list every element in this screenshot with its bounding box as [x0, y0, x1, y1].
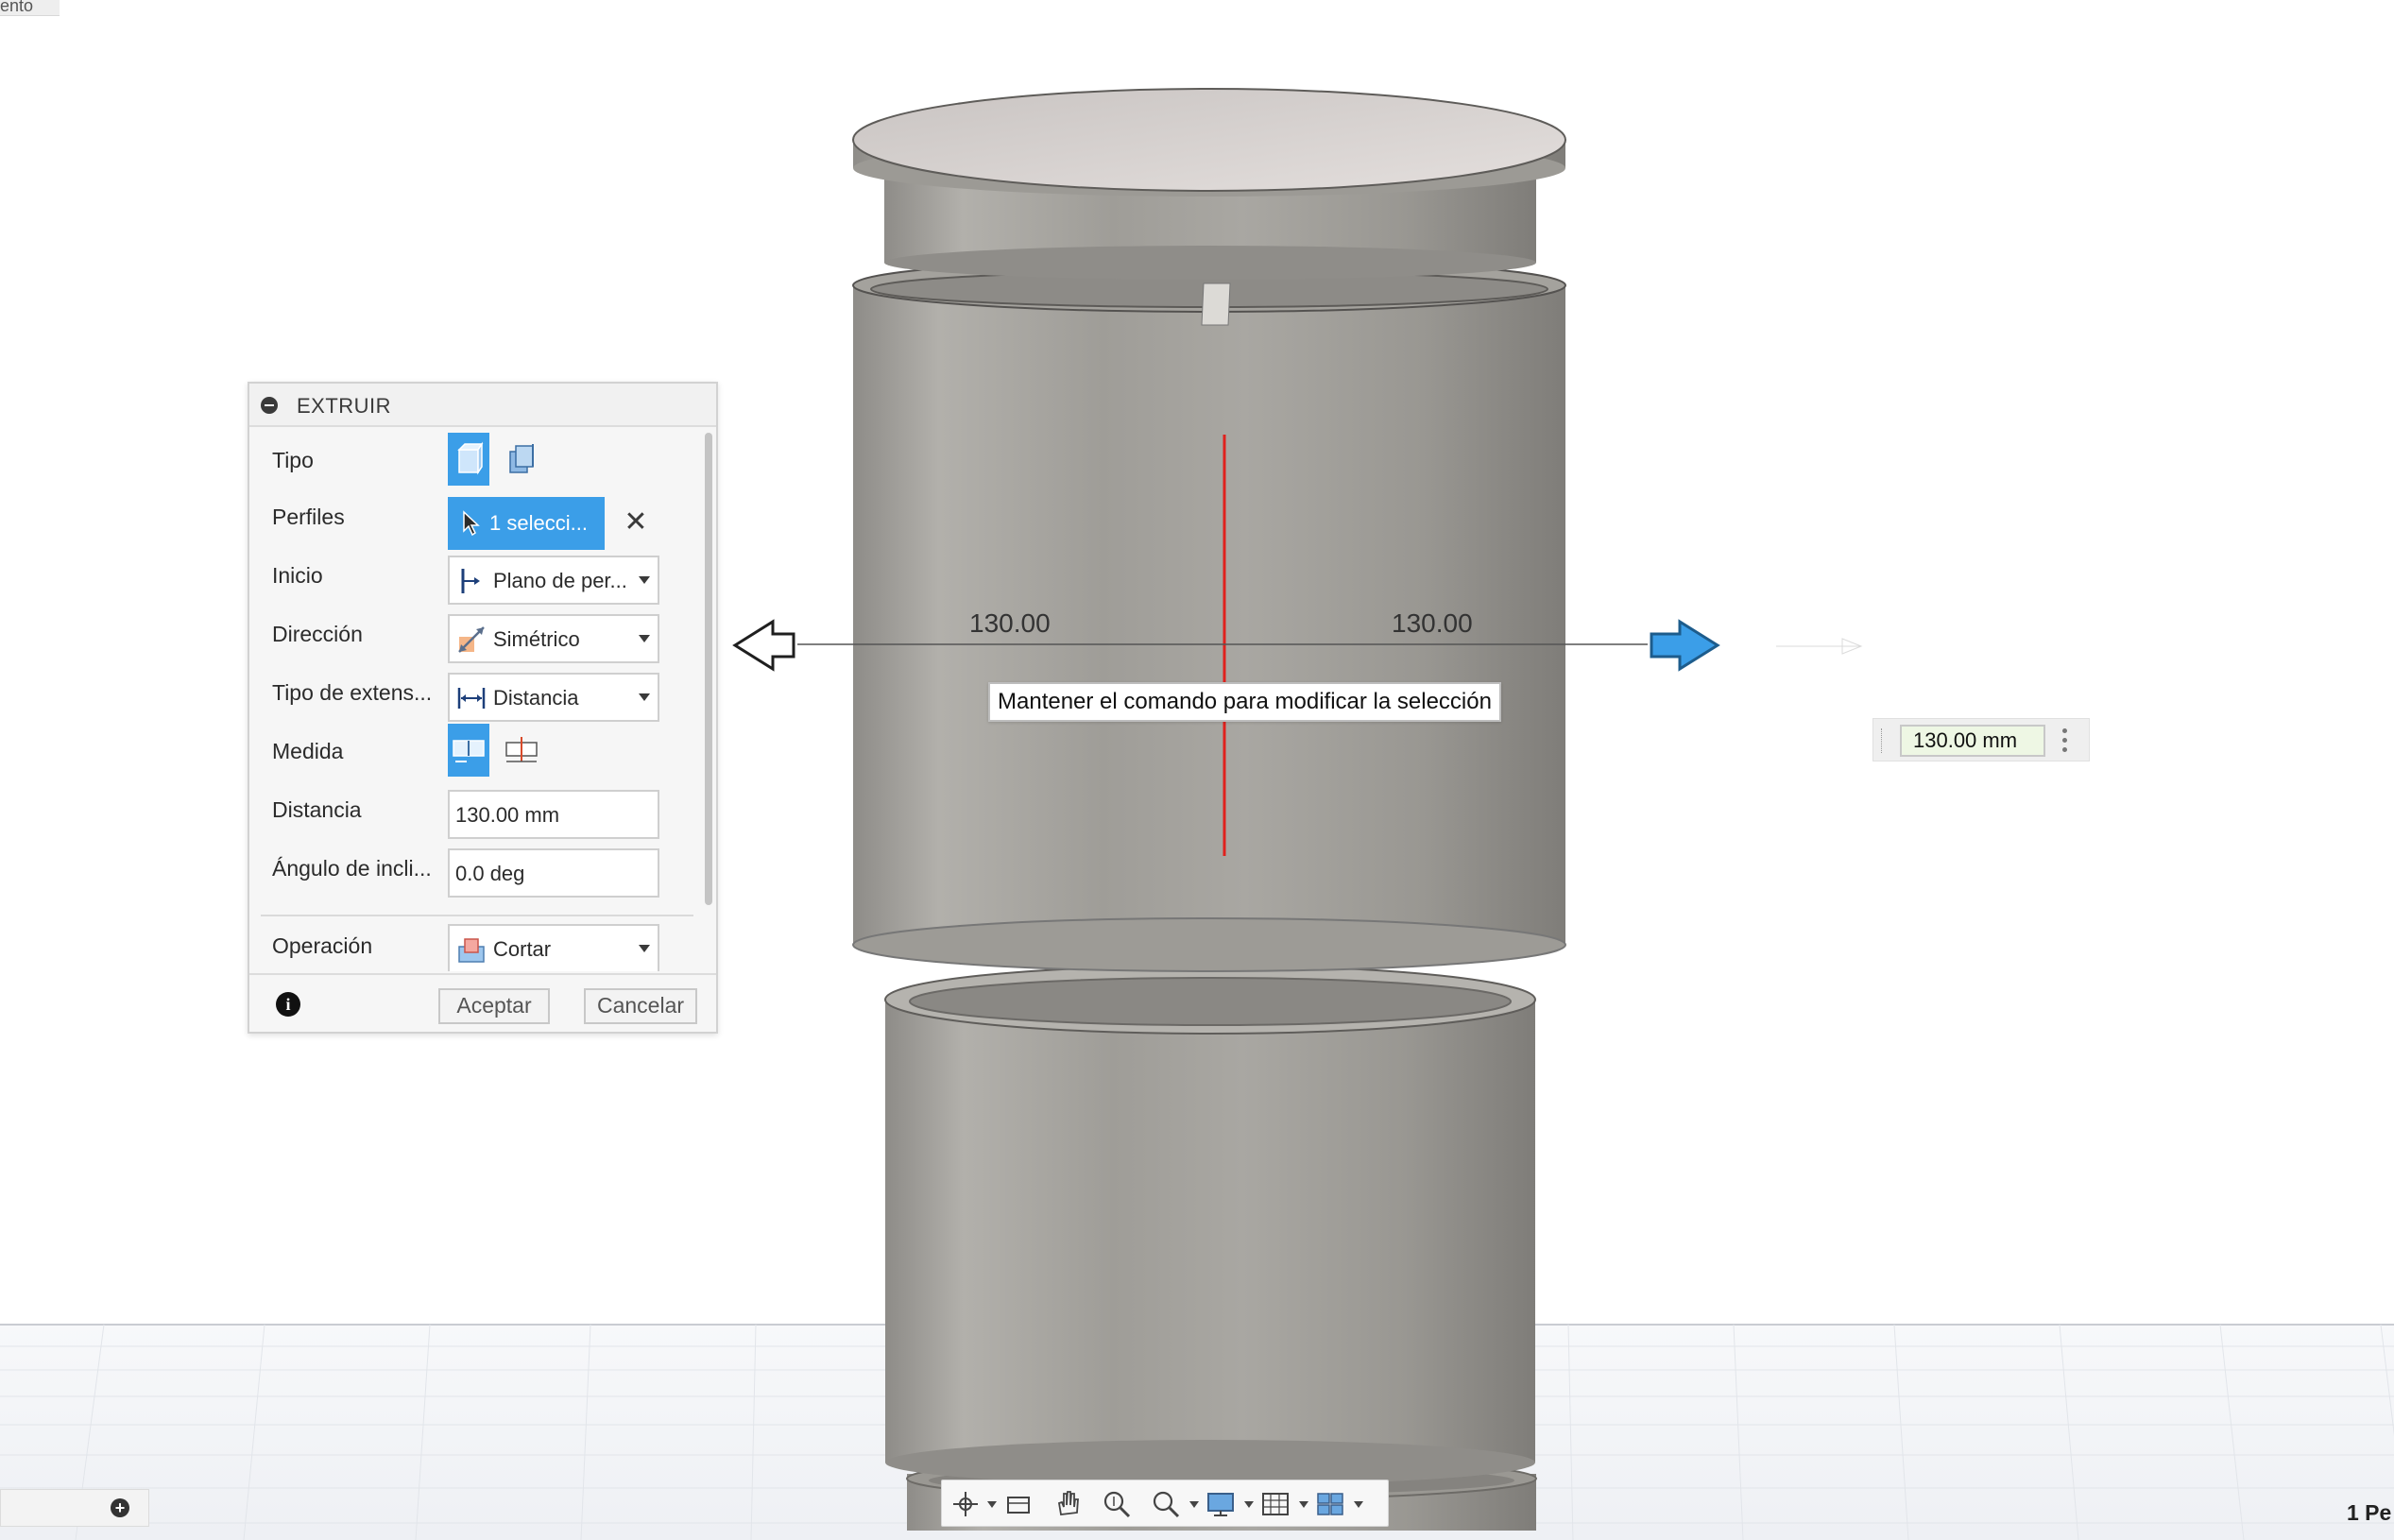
direction-dropdown[interactable]: Simétrico: [448, 614, 659, 663]
section-divider: [261, 915, 693, 916]
extent-type-dropdown[interactable]: Distancia: [448, 673, 659, 722]
bottom-right-status-fragment: 1 Pe: [2347, 1500, 2392, 1525]
distance-input[interactable]: 130.00 mm: [448, 790, 659, 839]
ghost-cursor: [1776, 638, 1863, 655]
inicio-label: Inicio: [272, 563, 323, 588]
dialog-scrollbar[interactable]: [705, 433, 712, 905]
cursor-arrow-icon: [463, 510, 480, 537]
navigation-toolbar: [941, 1480, 1389, 1527]
chevron-down-icon[interactable]: [1189, 1501, 1199, 1508]
chevron-down-icon: [639, 576, 650, 584]
chevron-down-icon: [639, 635, 650, 642]
cut-operation-icon: [458, 938, 485, 963]
more-options-icon[interactable]: [2062, 728, 2068, 753]
dialog-title: EXTRUIR: [297, 394, 392, 418]
measure-whole-button[interactable]: [501, 724, 542, 777]
extrude-dialog: EXTRUIR Tipo Perfiles 1 selecci... ✕ Ini…: [248, 382, 718, 1034]
thin-extrude-icon: [509, 444, 534, 473]
profiles-selection-button[interactable]: 1 selecci...: [448, 497, 605, 550]
tipo-extension-label: Tipo de extens...: [272, 680, 433, 705]
selection-tooltip: Mantener el comando para modificar la se…: [988, 682, 1501, 722]
collapse-icon[interactable]: [261, 397, 278, 414]
chevron-down-icon[interactable]: [1354, 1501, 1363, 1508]
drag-grip-icon[interactable]: [1881, 728, 1886, 753]
measure-whole-icon: [505, 737, 538, 762]
solid-extrude-icon: [457, 441, 484, 475]
info-icon[interactable]: i: [276, 992, 300, 1017]
start-value: Plano de per...: [493, 569, 627, 592]
angulo-label: Ángulo de incli...: [272, 856, 432, 881]
ok-button[interactable]: Aceptar: [438, 988, 550, 1024]
zoom-icon[interactable]: [1101, 1488, 1133, 1520]
distancia-label: Distancia: [272, 797, 362, 822]
measure-half-icon: [453, 740, 485, 762]
extent-type-value: Distancia: [493, 686, 579, 710]
distance-icon: [457, 688, 486, 709]
chevron-down-icon[interactable]: [1244, 1501, 1254, 1508]
top-left-tab-fragment[interactable]: ento: [0, 0, 60, 16]
fit-icon[interactable]: [1150, 1488, 1182, 1520]
lid: [852, 88, 1566, 197]
type-solid-button[interactable]: [448, 433, 489, 486]
medida-label: Medida: [272, 739, 344, 763]
direccion-label: Dirección: [272, 622, 363, 646]
measure-half-button[interactable]: [448, 724, 489, 777]
chevron-down-icon[interactable]: [987, 1501, 997, 1508]
clear-selection-icon[interactable]: ✕: [622, 508, 650, 537]
dimension-label-left[interactable]: 130.00: [969, 608, 1051, 639]
operacion-label: Operación: [272, 933, 373, 958]
add-icon[interactable]: +: [111, 1498, 129, 1517]
dialog-footer: i Aceptar Cancelar: [249, 973, 716, 1032]
tipo-label: Tipo: [272, 448, 314, 472]
operation-dropdown[interactable]: Cortar: [448, 924, 659, 971]
symmetric-icon: [458, 626, 485, 653]
orbit-icon[interactable]: [949, 1488, 982, 1520]
operation-value: Cortar: [493, 937, 552, 961]
profile-plane-icon: [461, 569, 480, 593]
right-arrow-manipulator[interactable]: [1650, 619, 1720, 672]
chevron-down-icon: [639, 945, 650, 952]
cancel-button[interactable]: Cancelar: [584, 988, 697, 1024]
start-dropdown[interactable]: Plano de per...: [448, 556, 659, 605]
display-settings-icon[interactable]: [1205, 1488, 1237, 1520]
dialog-body: Tipo Perfiles 1 selecci... ✕ Inicio Plan…: [249, 429, 703, 971]
dialog-header[interactable]: EXTRUIR: [249, 384, 716, 427]
left-arrow-manipulator[interactable]: [732, 619, 795, 672]
chevron-down-icon[interactable]: [1299, 1501, 1308, 1508]
floating-distance-box: 130.00 mm: [1872, 718, 2090, 761]
browser-panel-stub[interactable]: +: [0, 1489, 149, 1527]
floating-distance-input[interactable]: 130.00 mm: [1900, 725, 2045, 757]
taper-angle-input[interactable]: 0.0 deg: [448, 848, 659, 898]
direction-value: Simétrico: [493, 627, 580, 651]
type-thin-button[interactable]: [501, 433, 542, 486]
look-at-icon[interactable]: [1002, 1488, 1035, 1520]
lower-cylinder: [884, 965, 1536, 1485]
perfiles-label: Perfiles: [272, 505, 345, 529]
grid-icon[interactable]: [1259, 1488, 1291, 1520]
dimension-label-right[interactable]: 130.00: [1392, 608, 1473, 639]
profiles-selection-label: 1 selecci...: [489, 511, 588, 535]
pan-icon[interactable]: [1052, 1488, 1084, 1520]
chevron-down-icon: [639, 693, 650, 701]
viewports-icon[interactable]: [1314, 1488, 1346, 1520]
